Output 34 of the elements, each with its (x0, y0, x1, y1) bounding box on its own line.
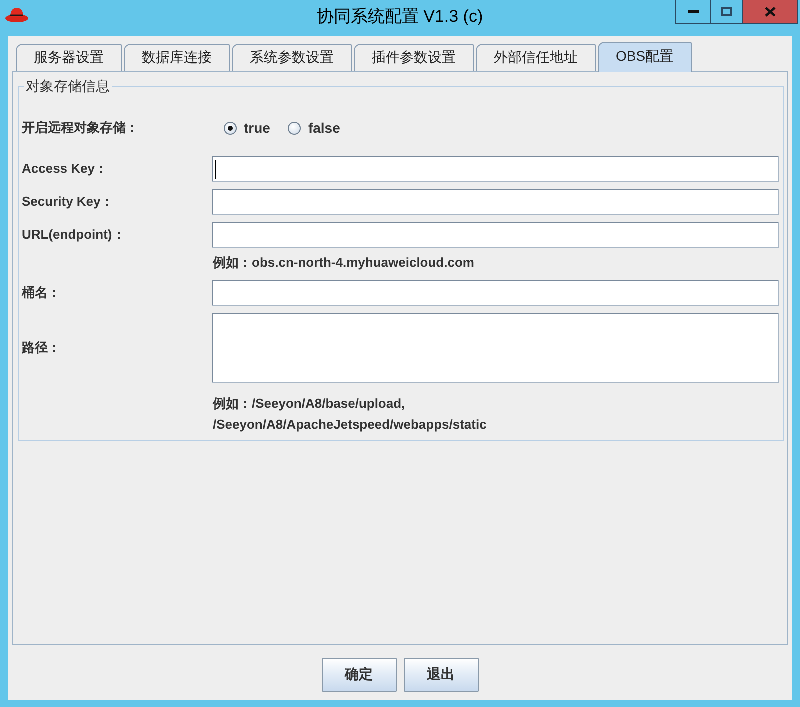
tab[interactable]: 系统参数设置 (232, 44, 352, 71)
minimize-icon (688, 10, 698, 13)
tab[interactable]: 数据库连接 (124, 44, 230, 71)
field-label: 桶名： (22, 284, 62, 302)
dialog-button[interactable]: 确定 (322, 658, 396, 692)
field-label: 路径： (22, 339, 62, 357)
field-label: Security Key： (22, 193, 115, 211)
hat-icon (5, 7, 29, 23)
maximize-button[interactable] (710, 0, 743, 24)
input-field[interactable] (212, 280, 779, 306)
tab[interactable]: 外部信任地址 (476, 44, 596, 71)
tab[interactable]: 插件参数设置 (354, 44, 474, 71)
input-field[interactable] (212, 189, 779, 215)
input-field[interactable] (212, 156, 779, 182)
group-title: 对象存储信息 (25, 78, 111, 94)
text-area[interactable] (212, 313, 779, 383)
radio-label[interactable]: true (244, 120, 270, 136)
radio-button[interactable] (288, 122, 302, 134)
radio-label[interactable]: false (308, 120, 340, 136)
hint-text: 例如：obs.cn-north-4.myhuaweicloud.com (212, 254, 476, 272)
field-label: URL(endpoint)： (22, 226, 126, 244)
maximize-icon (721, 7, 732, 16)
tab[interactable]: 服务器设置 (16, 44, 122, 71)
hint-text: 例如：/Seeyon/A8/base/upload, /Seeyon/A8/ApacheJetspeed/webapps/static (212, 395, 488, 434)
dialog-button[interactable]: 退出 (404, 658, 478, 692)
input-field[interactable] (212, 222, 779, 248)
radio-button[interactable] (224, 122, 237, 134)
tab[interactable]: OBS配置 (598, 42, 692, 72)
minimize-button[interactable] (675, 0, 710, 24)
close-icon (764, 6, 776, 16)
close-button[interactable] (743, 0, 798, 24)
field-label: Access Key： (22, 160, 109, 178)
field-label: 开启远程对象存储： (22, 119, 140, 137)
window-title: 协同系统配置 V1.3 (c) (316, 6, 484, 28)
